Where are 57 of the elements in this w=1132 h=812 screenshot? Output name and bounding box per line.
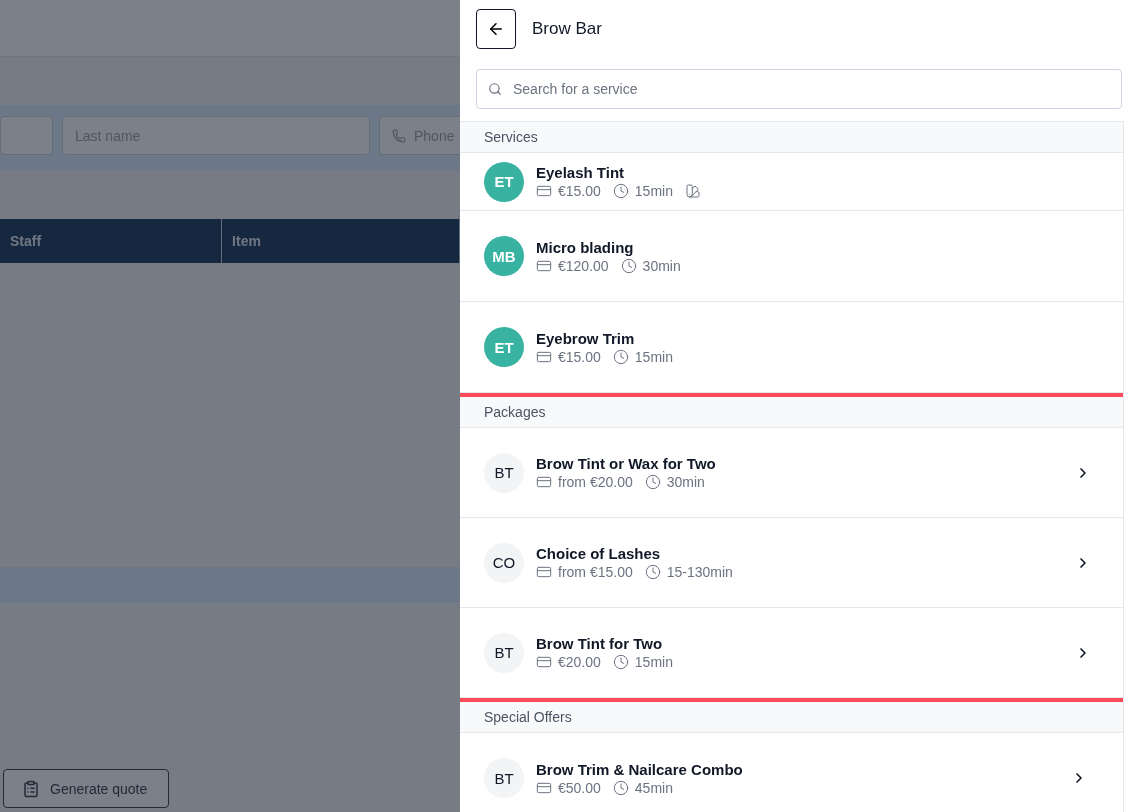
- column-header: Staff: [0, 219, 223, 263]
- price: €20.00: [558, 654, 601, 670]
- card-icon: [536, 183, 552, 199]
- price: from €20.00: [558, 474, 633, 490]
- service-name: Brow Tint for Two: [536, 635, 664, 652]
- service-name: Brow Trim & Nailcare Combo: [536, 760, 744, 778]
- initials-avatar: CO: [484, 542, 524, 583]
- back-button[interactable]: [476, 9, 516, 49]
- initials-avatar: BT: [484, 452, 524, 493]
- service-name: Brow Tint or Wax for Two: [536, 455, 717, 472]
- price: from €15.00: [558, 564, 633, 580]
- service-row[interactable]: ET Eyelash Tint €15.00 15min: [460, 153, 1123, 211]
- card-icon: [536, 564, 552, 580]
- duration: 15-130min: [666, 564, 733, 580]
- initials-avatar: ET: [484, 161, 524, 202]
- section-header: Special Offers: [460, 702, 1123, 733]
- service-name: Micro blading: [536, 238, 635, 256]
- duration: 15min: [634, 348, 673, 365]
- clock-icon: [644, 474, 661, 490]
- clock-icon: [612, 654, 629, 670]
- clock-icon: [612, 779, 629, 796]
- service-row[interactable]: ET Eyebrow Trim €15.00 15min: [460, 302, 1123, 393]
- panel-title: Brow Bar: [532, 19, 602, 39]
- service-row[interactable]: BT Brow Tint or Wax for Two from €20.00 30min: [460, 428, 1123, 518]
- clipboard-icon: [22, 779, 40, 798]
- initials-avatar: BT: [484, 758, 524, 798]
- clock-icon: [612, 183, 629, 199]
- duration: 30min: [666, 474, 705, 490]
- price: €120.00: [558, 257, 609, 274]
- price: €50.00: [558, 779, 601, 796]
- search-icon: [488, 82, 502, 96]
- initials-avatar: ET: [484, 327, 524, 367]
- service-row[interactable]: CO Choice of Lashes from €15.00 15-130min: [460, 518, 1123, 608]
- service-name: Eyelash Tint: [536, 164, 626, 181]
- search-field[interactable]: Search for a service: [476, 69, 1122, 109]
- clock-icon: [620, 257, 637, 274]
- phone-icon: [392, 128, 406, 143]
- service-row[interactable]: MB Micro blading €120.00 30min: [460, 211, 1123, 302]
- card-icon: [536, 654, 552, 670]
- price: €15.00: [558, 183, 601, 199]
- service-name: Eyebrow Trim: [536, 329, 636, 347]
- duration: 30min: [642, 257, 681, 274]
- clock-icon: [644, 564, 661, 580]
- section-header: Services: [460, 122, 1123, 153]
- price: €15.00: [558, 348, 601, 365]
- generate-quote-button[interactable]: Generate quote: [3, 769, 169, 808]
- initials-avatar: BT: [484, 632, 524, 673]
- service-name: Choice of Lashes: [536, 545, 662, 562]
- clock-icon: [612, 348, 629, 365]
- service-row[interactable]: BT Brow Tint for Two €20.00 15min: [460, 608, 1123, 698]
- section-header: Packages: [460, 397, 1123, 428]
- card-icon: [536, 474, 552, 490]
- duration: 45min: [634, 779, 673, 796]
- service-row[interactable]: BT Brow Trim & Nailcare Combo €50.00 45min: [460, 733, 1123, 812]
- duration: 15min: [634, 654, 673, 670]
- initials-avatar: MB: [484, 236, 524, 276]
- duration: 15min: [634, 183, 673, 199]
